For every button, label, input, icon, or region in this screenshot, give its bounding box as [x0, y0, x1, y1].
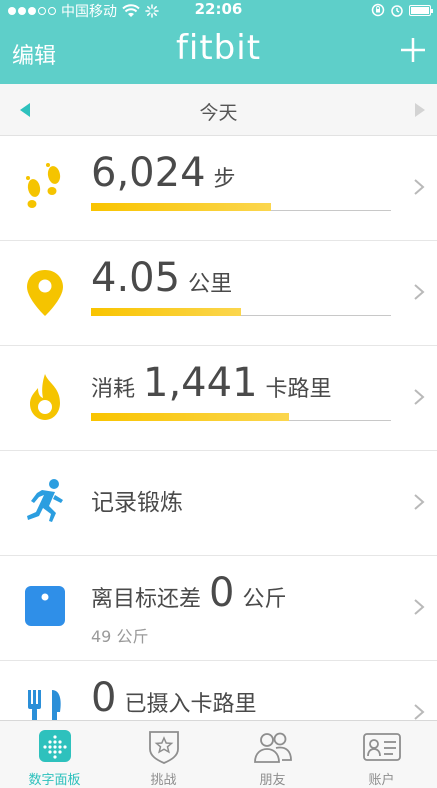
- tab-account[interactable]: 账户: [327, 721, 436, 788]
- food-value: 0: [91, 675, 117, 721]
- chevron-right-icon: [414, 599, 425, 615]
- calories-prefix: 消耗: [91, 377, 136, 402]
- distance-progress-bar: [91, 308, 391, 316]
- account-card-icon: [363, 733, 401, 761]
- rotation-lock-icon: [371, 3, 385, 17]
- weight-value-line: 离目标还差 0 公斤: [91, 570, 286, 616]
- status-bar: 中国移动 22:06: [0, 0, 437, 20]
- food-unit: 已摄入卡路里: [124, 692, 257, 717]
- tab-friends[interactable]: 朋友: [218, 721, 327, 788]
- steps-tile[interactable]: 6,024 步: [0, 136, 437, 241]
- flame-icon: [30, 374, 60, 420]
- food-value-line: 0 已摄入卡路里: [91, 675, 256, 721]
- location-pin-icon: [27, 270, 63, 316]
- chevron-right-icon: [414, 704, 425, 720]
- running-person-icon: [27, 479, 63, 522]
- challenge-badge-icon: [149, 731, 179, 764]
- friends-icon: [254, 732, 292, 763]
- steps-progress-bar: [91, 203, 391, 211]
- progress-fill: [91, 203, 271, 211]
- tab-account-label: 账户: [368, 773, 395, 788]
- calories-value: 1,441: [143, 360, 258, 406]
- date-label: 今天: [199, 102, 238, 124]
- status-right: [371, 3, 433, 17]
- calories-unit: 卡路里: [265, 377, 332, 402]
- scale-icon: [25, 586, 65, 626]
- calories-burned-tile[interactable]: 消耗 1,441 卡路里: [0, 346, 437, 451]
- footsteps-icon: [26, 163, 61, 208]
- tab-challenges-label: 挑战: [150, 773, 177, 788]
- progress-fill: [91, 413, 289, 421]
- distance-value-line: 4.05 公里: [91, 255, 232, 301]
- tab-dashboard-label: 数字面板: [28, 773, 81, 788]
- app-title: fitbit: [175, 28, 262, 68]
- app-header: 中国移动 22:06 编辑 fitbit: [0, 0, 437, 84]
- weight-current: 49 公斤: [91, 627, 149, 646]
- weight-unit: 公斤: [242, 587, 287, 612]
- chevron-right-icon: [414, 284, 425, 300]
- weight-value: 0: [209, 570, 235, 616]
- distance-value: 4.05: [91, 255, 181, 301]
- tab-challenges[interactable]: 挑战: [109, 721, 218, 788]
- progress-fill: [91, 308, 241, 316]
- weight-prefix: 离目标还差: [91, 587, 202, 612]
- calories-progress-bar: [91, 413, 391, 421]
- distance-tile[interactable]: 4.05 公里: [0, 241, 437, 346]
- tab-dashboard[interactable]: 数字面板: [0, 721, 109, 788]
- steps-value: 6,024: [91, 150, 206, 196]
- chevron-right-icon: [414, 179, 425, 195]
- distance-unit: 公里: [188, 272, 233, 297]
- dashboard-icon: [39, 730, 71, 762]
- chevron-right-icon: [414, 389, 425, 405]
- steps-unit: 步: [213, 167, 236, 192]
- log-exercise-tile[interactable]: 记录锻炼: [0, 451, 437, 556]
- log-exercise-label: 记录锻炼: [91, 490, 183, 516]
- date-navigator: 今天: [0, 84, 437, 136]
- tab-friends-label: 朋友: [259, 773, 286, 788]
- battery-icon: [409, 4, 433, 16]
- chevron-right-icon: [414, 494, 425, 510]
- steps-value-line: 6,024 步: [91, 150, 236, 196]
- tab-bar: 数字面板 挑战 朋友 账户: [0, 720, 437, 788]
- next-day-arrow-icon[interactable]: [415, 103, 425, 117]
- alarm-icon: [391, 5, 403, 17]
- plus-icon[interactable]: [399, 36, 427, 64]
- weight-tile[interactable]: 离目标还差 0 公斤 49 公斤: [0, 556, 437, 661]
- calories-value-line: 消耗 1,441 卡路里: [91, 360, 332, 406]
